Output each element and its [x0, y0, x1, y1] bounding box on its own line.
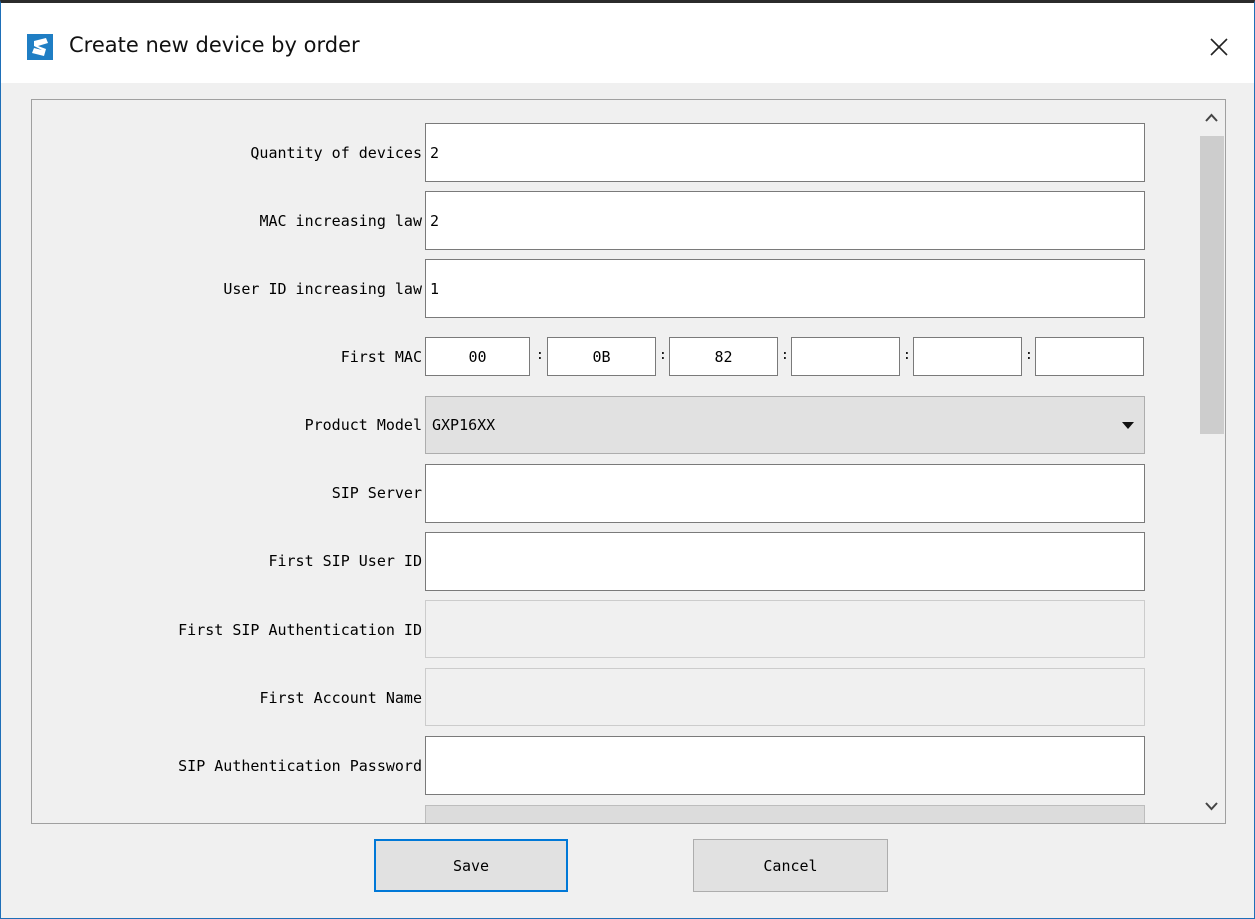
chevron-down-icon[interactable]: [1197, 792, 1226, 822]
mac-octet-4[interactable]: [791, 337, 900, 376]
first-sip-auth-id-input: [425, 600, 1145, 658]
form-scroll-panel[interactable]: Quantity of devices 2 MAC increasing law…: [31, 99, 1226, 824]
sip-auth-password-input[interactable]: [425, 736, 1145, 795]
mac-law-input[interactable]: 2: [425, 191, 1145, 250]
mac-octet-2[interactable]: 0B: [547, 337, 656, 376]
scrollbar-thumb[interactable]: [1200, 136, 1224, 434]
first-sip-user-id-input[interactable]: [425, 532, 1145, 591]
quantity-input[interactable]: 2: [425, 123, 1145, 182]
sip-server-label: SIP Server: [331, 484, 422, 502]
save-button[interactable]: Save: [374, 839, 568, 892]
product-model-label: Product Model: [304, 416, 422, 434]
dropdown-arrow-icon: [1122, 422, 1134, 429]
first-sip-user-id-label: First SIP User ID: [268, 552, 422, 570]
first-account-name-input: [425, 668, 1145, 726]
mac-octet-3[interactable]: 82: [669, 337, 778, 376]
cancel-button[interactable]: Cancel: [693, 839, 888, 892]
mac-law-label: MAC increasing law: [259, 212, 422, 230]
first-account-name-label: First Account Name: [259, 689, 422, 707]
sip-server-input[interactable]: [425, 464, 1145, 523]
title-bar: Create new device by order: [1, 3, 1254, 83]
first-mac-label: First MAC: [340, 348, 422, 366]
next-field-partial: [425, 805, 1145, 823]
mac-octet-5[interactable]: [913, 337, 1022, 376]
product-model-select[interactable]: GXP16XX: [425, 396, 1145, 454]
app-logo-icon: [27, 34, 53, 60]
mac-separator: :: [659, 348, 667, 363]
userid-law-label: User ID increasing law: [223, 280, 422, 298]
window-title: Create new device by order: [69, 33, 360, 57]
mac-separator: :: [903, 348, 911, 363]
mac-separator: :: [1025, 348, 1033, 363]
mac-separator: :: [781, 348, 789, 363]
mac-separator: :: [536, 348, 544, 363]
dialog-window: Create new device by order Quantity of d…: [0, 0, 1255, 919]
close-icon[interactable]: [1197, 25, 1241, 69]
mac-octet-1[interactable]: 00: [425, 337, 530, 376]
product-model-value: GXP16XX: [432, 416, 496, 434]
first-sip-auth-id-label: First SIP Authentication ID: [178, 621, 422, 639]
vertical-scrollbar[interactable]: [1197, 100, 1226, 823]
quantity-label: Quantity of devices: [250, 144, 422, 162]
mac-octet-6[interactable]: [1035, 337, 1144, 376]
chevron-up-icon[interactable]: [1197, 102, 1226, 132]
userid-law-input[interactable]: 1: [425, 259, 1145, 318]
sip-auth-password-label: SIP Authentication Password: [178, 757, 422, 775]
